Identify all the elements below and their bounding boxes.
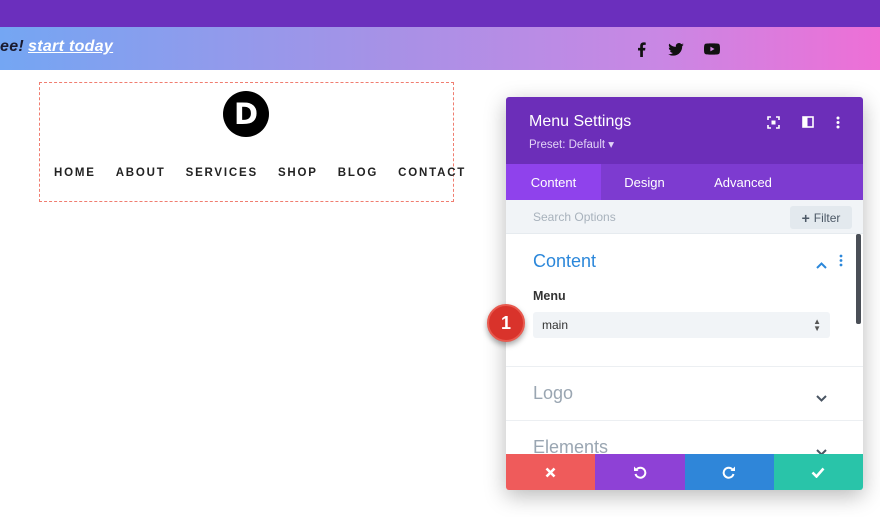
section-content-title[interactable]: Content [533, 251, 596, 272]
nav-item-about[interactable]: ABOUT [116, 167, 166, 179]
panel-scrollbar[interactable] [856, 234, 861, 324]
menu-module-preview[interactable]: D HOME ABOUT SERVICES SHOP BLOG CONTACT [39, 82, 464, 202]
checkmark-icon [811, 467, 825, 478]
promo-text: ee! start today [0, 38, 113, 56]
close-icon [545, 467, 556, 477]
search-row: + Filter [506, 200, 863, 234]
split-view-icon[interactable] [800, 114, 816, 130]
start-today-link[interactable]: start today [28, 38, 113, 55]
plus-icon: + [801, 209, 810, 226]
panel-tabs: Content Design Advanced [506, 164, 863, 200]
filter-label: Filter [813, 210, 841, 225]
nav-item-services[interactable]: SERVICES [186, 167, 258, 179]
redo-icon [722, 466, 736, 479]
filter-button[interactable]: + Filter [790, 206, 852, 229]
menu-select[interactable]: main ▲ ▼ [533, 312, 830, 338]
chevron-up-icon[interactable] [816, 256, 827, 274]
undo-icon [633, 466, 647, 479]
cancel-button[interactable] [506, 454, 596, 490]
nav-item-blog[interactable]: BLOG [338, 167, 378, 179]
site-logo[interactable]: D [223, 91, 269, 137]
section-options-icon[interactable] [839, 254, 843, 272]
select-arrows-icon: ▲ ▼ [813, 317, 821, 333]
step-badge: 1 [487, 304, 525, 342]
top-bar [0, 0, 880, 27]
more-options-icon[interactable] [830, 114, 846, 130]
search-options-input[interactable] [520, 205, 780, 229]
promo-bar: ee! start today [0, 27, 880, 70]
panel-footer [506, 454, 863, 490]
promo-message: ee! [0, 38, 25, 55]
panel-header[interactable]: Menu Settings Preset: Default ▾ [506, 97, 863, 164]
menu-select-value: main [542, 318, 569, 332]
tab-advanced[interactable]: Advanced [688, 164, 798, 200]
panel-title: Menu Settings [529, 113, 632, 130]
facebook-icon[interactable] [632, 40, 650, 58]
menu-field-label: Menu [533, 289, 566, 303]
youtube-icon[interactable] [703, 40, 721, 58]
tab-content[interactable]: Content [506, 164, 601, 200]
main-nav: HOME ABOUT SERVICES SHOP BLOG CONTACT [54, 167, 466, 179]
nav-item-home[interactable]: HOME [54, 167, 96, 179]
section-logo-title: Logo [533, 383, 574, 403]
twitter-icon[interactable] [667, 40, 685, 58]
nav-item-shop[interactable]: SHOP [278, 167, 318, 179]
section-logo[interactable]: Logo [506, 367, 863, 421]
menu-settings-panel: Menu Settings Preset: Default ▾ Content … [506, 97, 863, 490]
fullscreen-icon[interactable] [765, 114, 781, 130]
section-content: Content Menu main ▲ ▼ [506, 234, 863, 367]
undo-button[interactable] [595, 454, 685, 490]
tab-design[interactable]: Design [601, 164, 688, 200]
preset-selector[interactable]: Preset: Default ▾ [529, 137, 614, 151]
chevron-down-icon[interactable] [816, 389, 827, 407]
nav-item-contact[interactable]: CONTACT [398, 167, 466, 179]
save-button[interactable] [773, 454, 863, 490]
redo-button[interactable] [684, 454, 774, 490]
